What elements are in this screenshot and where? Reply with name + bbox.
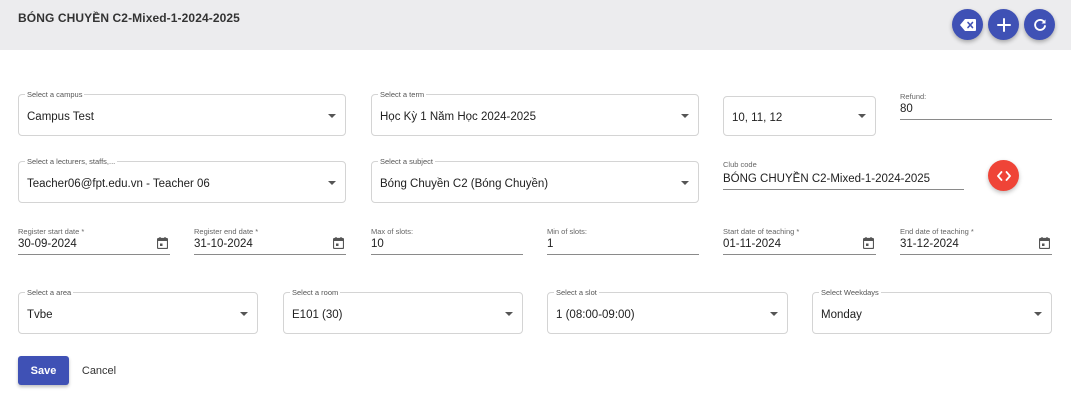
subject-select[interactable]: Select a subject Bóng Chuyền C2 (Bóng Ch… [371, 157, 699, 203]
teaching-end-date-value: 31-12-2024 [900, 238, 959, 250]
campus-value: Campus Test [27, 111, 94, 123]
min-slots-value: 1 [547, 238, 554, 250]
club-code-label: Club code [723, 160, 757, 169]
refund-field[interactable]: Refund: 80 [900, 92, 1052, 120]
chevron-down-icon [240, 312, 248, 316]
grades-value: 10, 11, 12 [732, 112, 783, 124]
refund-value: 80 [900, 103, 913, 115]
register-end-date-field[interactable]: Register end date * 31-10-2024 [194, 227, 346, 255]
area-label: Select a area [25, 288, 74, 297]
chevron-down-icon [505, 312, 513, 316]
room-label: Select a room [290, 288, 341, 297]
teaching-start-date-label: Start date of teaching * [723, 227, 800, 236]
term-value: Học Kỳ 1 Năm Học 2024-2025 [380, 111, 536, 123]
backspace-icon [959, 18, 976, 31]
slot-value: 1 (08:00-09:00) [556, 309, 635, 321]
register-start-date-value: 30-09-2024 [18, 238, 77, 250]
save-button[interactable]: Save [18, 356, 69, 385]
chevron-down-icon [681, 114, 689, 118]
page-title: BÓNG CHUYỀN C2-Mixed-1-2024-2025 [18, 11, 240, 25]
slot-select[interactable]: Select a slot 1 (08:00-09:00) [547, 288, 788, 334]
campus-label: Select a campus [25, 90, 85, 99]
refresh-icon [1033, 18, 1046, 31]
teaching-end-date-label: End date of teaching * [900, 227, 974, 236]
room-select[interactable]: Select a room E101 (30) [283, 288, 523, 334]
grades-select[interactable]: 10, 11, 12 [723, 96, 876, 136]
chevron-down-icon [328, 181, 336, 185]
weekdays-label: Select Weekdays [819, 288, 881, 297]
room-value: E101 (30) [292, 309, 343, 321]
register-end-date-value: 31-10-2024 [194, 238, 253, 250]
calendar-icon[interactable] [157, 237, 168, 249]
area-select[interactable]: Select a area Tvbe [18, 288, 258, 334]
teaching-end-date-field[interactable]: End date of teaching * 31-12-2024 [900, 227, 1052, 255]
calendar-icon[interactable] [863, 237, 874, 249]
min-slots-label: Min of slots: [547, 227, 588, 236]
area-value: Tvbe [27, 309, 53, 321]
campus-select[interactable]: Select a campus Campus Test [18, 90, 346, 136]
chevron-down-icon [770, 312, 778, 316]
max-slots-value: 10 [371, 238, 384, 250]
teaching-start-date-value: 01-11-2024 [723, 238, 781, 250]
slot-label: Select a slot [554, 288, 599, 297]
register-start-date-field[interactable]: Register start date * 30-09-2024 [18, 227, 170, 255]
calendar-icon[interactable] [333, 237, 344, 249]
subject-label: Select a subject [378, 157, 435, 166]
chevron-down-icon [328, 114, 336, 118]
generate-code-button[interactable] [988, 160, 1019, 191]
chevron-down-icon [1034, 312, 1042, 316]
register-end-date-label: Register end date * [194, 227, 259, 236]
add-button[interactable] [988, 9, 1019, 40]
club-code-value: BÓNG CHUYỀN C2-Mixed-1-2024-2025 [723, 173, 931, 185]
code-icon [996, 170, 1011, 181]
refund-label: Refund: [900, 92, 927, 101]
refresh-button[interactable] [1024, 9, 1055, 40]
max-slots-field[interactable]: Max of slots: 10 [371, 227, 523, 255]
clear-button[interactable] [952, 9, 983, 40]
lecturer-label: Select a lecturers, staffs,... [25, 157, 118, 166]
lecturer-value: Teacher06@fpt.edu.vn - Teacher 06 [27, 178, 210, 190]
chevron-down-icon [858, 114, 866, 118]
term-label: Select a term [378, 90, 427, 99]
lecturer-select[interactable]: Select a lecturers, staffs,... Teacher06… [18, 157, 346, 203]
page-header: BÓNG CHUYỀN C2-Mixed-1-2024-2025 [0, 0, 1071, 50]
plus-icon [996, 17, 1011, 32]
cancel-button[interactable]: Cancel [74, 356, 124, 385]
term-select[interactable]: Select a term Học Kỳ 1 Năm Học 2024-2025 [371, 90, 699, 136]
max-slots-label: Max of slots: [371, 227, 414, 236]
register-start-date-label: Register start date * [18, 227, 85, 236]
teaching-start-date-field[interactable]: Start date of teaching * 01-11-2024 [723, 227, 876, 255]
subject-value: Bóng Chuyền C2 (Bóng Chuyền) [380, 178, 549, 190]
weekdays-select[interactable]: Select Weekdays Monday [812, 288, 1052, 334]
club-code-field[interactable]: Club code BÓNG CHUYỀN C2-Mixed-1-2024-20… [723, 160, 964, 190]
chevron-down-icon [681, 181, 689, 185]
weekdays-value: Monday [821, 309, 862, 321]
min-slots-field[interactable]: Min of slots: 1 [547, 227, 699, 255]
calendar-icon[interactable] [1039, 237, 1050, 249]
